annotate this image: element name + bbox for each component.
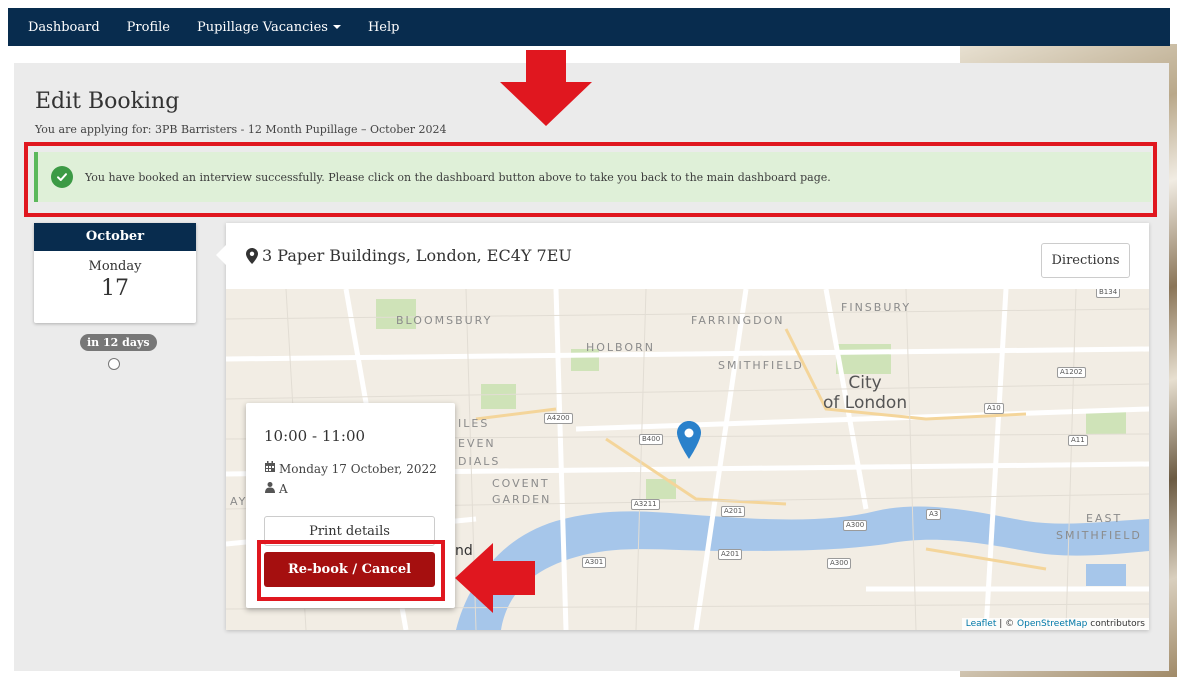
road-badge: A3 [926, 509, 942, 520]
location-address: 3 Paper Buildings, London, EC4Y 7EU [262, 246, 572, 265]
top-nav: Dashboard Profile Pupillage Vacancies He… [8, 8, 1170, 46]
map-label: FINSBURY [841, 301, 912, 314]
map-label: ILES [458, 417, 490, 430]
date-month: October [34, 223, 196, 251]
success-alert: You have booked an interview successfull… [34, 152, 1151, 202]
map-label: AY [230, 495, 248, 508]
booking-date: Monday 17 October, 2022 [279, 461, 437, 476]
road-badge: A3211 [631, 499, 660, 510]
rebook-cancel-button[interactable]: Re-book / Cancel [264, 552, 435, 587]
road-badge: A11 [1068, 435, 1088, 446]
road-badge: A1202 [1057, 367, 1086, 378]
select-radio[interactable] [108, 358, 120, 370]
chevron-down-icon [332, 25, 341, 29]
nav-profile[interactable]: Profile [127, 20, 170, 35]
location-card: 3 Paper Buildings, London, EC4Y 7EU Dire… [216, 223, 1149, 630]
nav-dashboard[interactable]: Dashboard [28, 20, 100, 35]
left-arrow-icon [455, 543, 535, 613]
booking-date-row: Monday 17 October, 2022 [264, 461, 437, 476]
nav-help[interactable]: Help [368, 20, 400, 35]
nav-pupillage-vacancies[interactable]: Pupillage Vacancies [197, 20, 341, 35]
map-city-label: City of London [823, 373, 907, 413]
attribution-contributors: contributors [1087, 619, 1145, 629]
map-label: DIALS [458, 455, 501, 468]
booking-room-row: A [264, 481, 288, 496]
user-icon [264, 481, 276, 496]
road-badge: A10 [984, 403, 1004, 414]
attribution-separator: | © [996, 619, 1018, 629]
map-pin [677, 421, 701, 459]
calendar-icon [264, 461, 276, 476]
road-badge: A300 [843, 520, 868, 531]
road-badge: A201 [721, 506, 746, 517]
booking-time: 10:00 - 11:00 [264, 427, 366, 445]
page-title: Edit Booking [35, 89, 180, 114]
directions-button[interactable]: Directions [1041, 243, 1130, 278]
map-label: EAST [1086, 512, 1123, 525]
down-arrow-icon [500, 50, 592, 126]
booking-popup: 10:00 - 11:00 Monday 17 October, 2022 A … [246, 403, 455, 608]
map-city-line2: of London [823, 393, 908, 413]
map-attribution: Leaflet | © OpenStreetMap contributors [961, 618, 1149, 630]
map-label: GARDEN [492, 493, 552, 506]
location-header: 3 Paper Buildings, London, EC4Y 7EU Dire… [226, 223, 1149, 289]
check-circle-icon [51, 166, 73, 188]
countdown-badge: in 12 days [80, 334, 157, 351]
map-label: HOLBORN [586, 341, 655, 354]
map-label: SMITHFIELD [1056, 529, 1142, 542]
osm-link[interactable]: OpenStreetMap [1017, 619, 1087, 629]
map-label: EVEN [458, 437, 496, 450]
road-badge: B134 [1096, 289, 1121, 298]
map-label: SMITHFIELD [718, 359, 804, 372]
road-badge: B400 [639, 434, 664, 445]
road-badge: A301 [582, 557, 607, 568]
date-weekday: Monday [88, 259, 142, 274]
road-badge: A4200 [544, 413, 573, 424]
road-badge: A201 [718, 549, 743, 560]
map-marker-icon [246, 248, 258, 268]
page-subtitle: You are applying for: 3PB Barristers - 1… [35, 123, 447, 136]
nav-pupillage-vacancies-label: Pupillage Vacancies [196, 19, 328, 35]
alert-message: You have booked an interview successfull… [85, 170, 831, 184]
date-day: 17 [101, 276, 129, 301]
map-city-line1: City [848, 373, 882, 393]
date-card: October Monday 17 [34, 223, 196, 323]
card-pointer [216, 245, 226, 265]
booking-room: A [279, 481, 288, 496]
map-label: COVENT [492, 477, 550, 490]
map-label: BLOOMSBURY [396, 314, 493, 327]
main-panel: Edit Booking You are applying for: 3PB B… [14, 63, 1169, 671]
leaflet-link[interactable]: Leaflet [966, 619, 997, 629]
road-badge: A300 [827, 558, 852, 569]
map-label: FARRINGDON [691, 314, 785, 327]
